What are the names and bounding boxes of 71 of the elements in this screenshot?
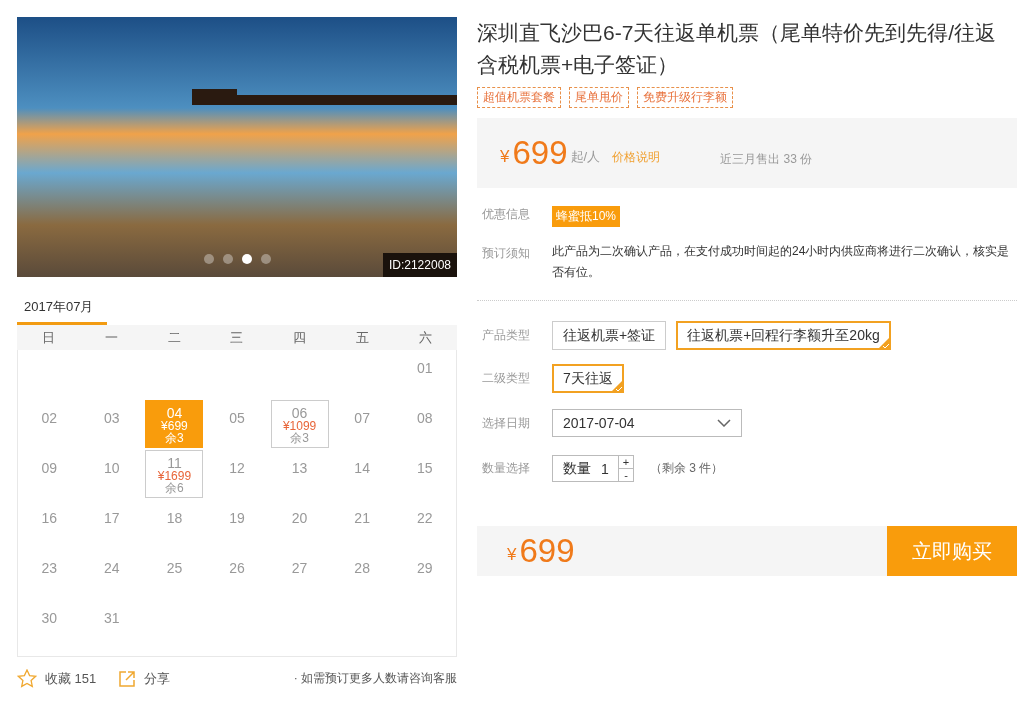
calendar-day: 13 <box>291 460 308 476</box>
carousel-dot[interactable] <box>203 254 214 264</box>
calendar-day: 29 <box>416 560 433 576</box>
stock-note: （剩余 3 件） <box>650 460 724 477</box>
calendar-day: 21 <box>354 510 370 526</box>
notice-text: 此产品为二次确认产品，在支付成功时间起的24小时内供应商将进行二次确认，核实是否有位。 <box>552 243 1011 281</box>
calendar-day: 01 <box>416 360 433 376</box>
calendar-day: 24 <box>104 560 120 576</box>
product-title: 深圳直飞沙巴6-7天往返单机票（尾单特价先到先得/往返含税机票+电子签证） <box>477 20 998 78</box>
calendar-day: 09 <box>41 460 58 476</box>
carousel-dot[interactable] <box>260 254 271 264</box>
currency-symbol: ¥ <box>500 147 510 167</box>
product-tag: 超值机票套餐 <box>477 87 561 108</box>
calendar-day: 15 <box>416 460 433 476</box>
calendar-day: 19 <box>229 510 245 526</box>
price-unit: 起/人 <box>570 148 601 166</box>
carousel-dot[interactable] <box>222 254 233 264</box>
check-corner-icon <box>610 380 623 392</box>
calendar-day: 07 <box>354 410 370 426</box>
calendar-day: 26 <box>229 560 245 576</box>
calendar-day: 17 <box>104 510 120 526</box>
chevron-down-icon <box>717 419 731 427</box>
calendar-day: 05 <box>229 410 245 426</box>
option-chip[interactable]: 往返机票+回程行李额升至20kg <box>676 321 891 350</box>
field-label: 预订须知 <box>482 245 531 262</box>
product-tag: 尾单甩价 <box>569 87 629 108</box>
product-tag: 免费升级行李额 <box>637 87 733 108</box>
option-chip[interactable]: 7天往返 <box>552 364 624 393</box>
weekday-label: 六 <box>418 328 434 347</box>
price-amount: 699 <box>512 134 568 172</box>
booking-note: · 如需预订更多人数请咨询客服 <box>293 670 457 687</box>
calendar-day: 28 <box>354 560 370 576</box>
carousel-dot[interactable] <box>241 254 252 264</box>
calendar-day: 14 <box>354 460 370 476</box>
calendar-day: 23 <box>41 560 58 576</box>
photo-id-label: ID:2122008 <box>382 253 457 277</box>
weekday-label: 二 <box>166 328 182 347</box>
field-label: 数量选择 <box>482 460 531 477</box>
calendar-day: 20 <box>291 510 308 526</box>
calendar-day: 31 <box>104 610 120 626</box>
check-corner-icon <box>877 337 890 349</box>
calendar-day: 10 <box>104 460 120 476</box>
field-label: 产品类型 <box>482 327 531 344</box>
discount-badge: 蜂蜜抵10% <box>552 206 621 227</box>
option-chip[interactable]: 往返机票+签证 <box>552 321 667 350</box>
calendar-day: 22 <box>416 510 433 526</box>
calendar-day: 16 <box>41 510 58 526</box>
date-dropdown[interactable]: 2017-07-04 <box>552 409 742 437</box>
calendar-day: 30 <box>41 610 58 626</box>
calendar-day: 18 <box>166 510 183 526</box>
weekday-label: 日 <box>40 328 56 347</box>
calendar-day: 27 <box>291 560 308 576</box>
weekday-label: 一 <box>103 328 119 347</box>
sales-count: 近三月售出 33 份 <box>720 150 813 168</box>
weekday-label: 五 <box>355 328 371 347</box>
star-icon <box>17 669 37 688</box>
calendar-day: 08 <box>416 410 433 426</box>
field-label: 优惠信息 <box>482 206 531 223</box>
weekday-label: 三 <box>229 328 245 347</box>
calendar-day: 12 <box>229 460 245 476</box>
share-icon <box>118 669 137 688</box>
field-label: 二级类型 <box>482 370 531 387</box>
calendar-day: 03 <box>104 410 120 426</box>
share-button[interactable]: 分享 <box>118 669 171 688</box>
calendar-day: 25 <box>166 560 183 576</box>
total-price: 699 <box>519 532 575 570</box>
currency-symbol: ¥ <box>507 545 517 565</box>
weekday-label: 四 <box>292 328 308 347</box>
calendar-day: 02 <box>41 410 58 426</box>
field-label: 选择日期 <box>482 414 531 432</box>
favorite-button[interactable]: 收藏 151 <box>17 669 97 688</box>
